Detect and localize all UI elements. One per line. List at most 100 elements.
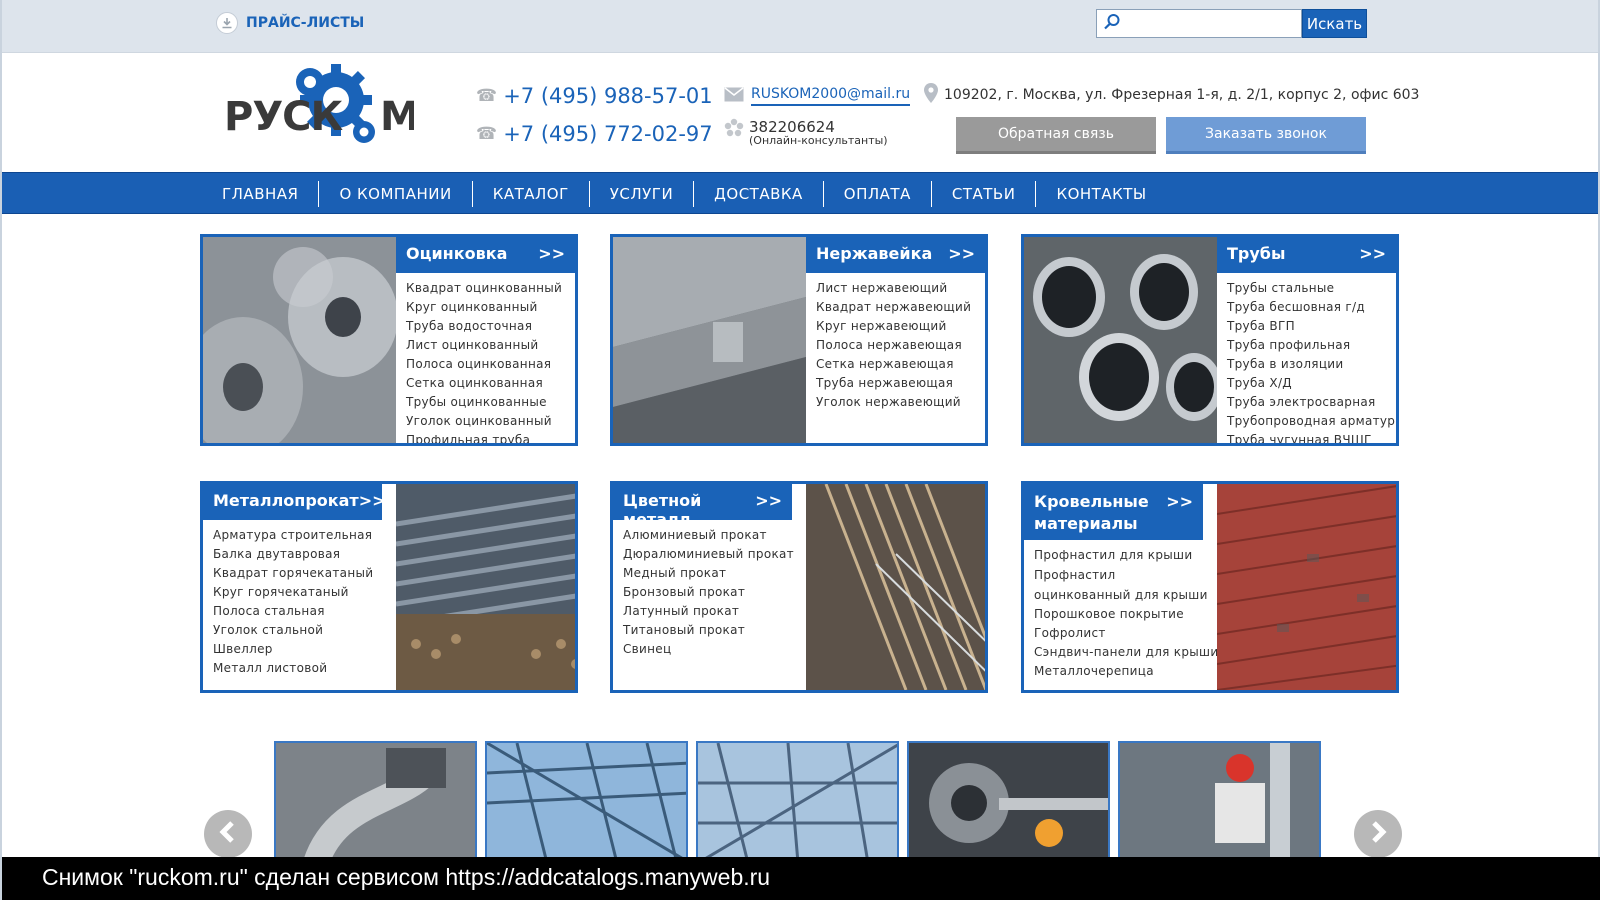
list-item[interactable]: Уголок оцинкованный [406, 412, 575, 431]
category-title[interactable]: Кровельные материалы >> [1024, 484, 1203, 540]
list-item[interactable]: Швеллер [213, 640, 382, 659]
category-card-pipes[interactable]: Трубы >> Трубы стальные Труба бесшовная г… [1021, 234, 1399, 446]
list-item[interactable]: Трубы оцинкованные [406, 393, 575, 412]
list-item[interactable]: Трубы стальные [1227, 279, 1396, 298]
carousel-slide[interactable] [485, 741, 688, 861]
list-item[interactable]: Труба нержавеющая [816, 374, 985, 393]
list-item[interactable]: Лист оцинкованный [406, 336, 575, 355]
list-item[interactable]: Круг нержавеющий [816, 317, 985, 336]
list-item[interactable]: Труба электросварная [1227, 393, 1396, 412]
list-item[interactable]: Уголок стальной [213, 621, 382, 640]
list-item[interactable]: Уголок нержавеющий [816, 393, 985, 412]
list-item[interactable]: Гофролист [1034, 624, 1203, 643]
list-item[interactable]: Сетка оцинкованная [406, 374, 575, 393]
list-item[interactable]: Дюралюминиевый прокат [623, 545, 794, 564]
list-item[interactable]: Полоса оцинкованная [406, 355, 575, 374]
nav-item-contacts[interactable]: КОНТАКТЫ [1036, 181, 1166, 207]
carousel-slide[interactable] [1118, 741, 1321, 861]
map-pin-icon [924, 83, 938, 107]
icq-note: (Онлайн-консультанты) [749, 134, 888, 147]
list-item[interactable]: Сетка нержавеющая [816, 355, 985, 374]
list-item[interactable]: Свинец [623, 640, 792, 659]
list-item[interactable]: Труба чугунная ВЧШГ [1227, 431, 1396, 443]
list-item[interactable]: Труба в изоляции [1227, 355, 1396, 374]
list-item[interactable]: Полоса стальная [213, 602, 382, 621]
category-card-galvanized[interactable]: Оцинковка >> Квадрат оцинкованный Круг оц… [200, 234, 578, 446]
icq-block: 382206624 (Онлайн-консультанты) [724, 118, 888, 146]
carousel-slide[interactable] [907, 741, 1110, 861]
feedback-button[interactable]: Обратная связь [956, 117, 1156, 154]
top-bar: ПРАЙС-ЛИСТЫ Искать [2, 0, 1598, 53]
nav-item-services[interactable]: УСЛУГИ [590, 181, 695, 207]
svg-text:РУСК: РУСК [224, 94, 344, 140]
nav-item-payment[interactable]: ОПЛАТА [824, 181, 932, 207]
list-item[interactable]: Труба бесшовная г/д [1227, 298, 1396, 317]
services-carousel [274, 741, 1324, 861]
list-item[interactable]: Металл листовой [213, 659, 382, 678]
list-item[interactable]: Трубопроводная арматура [1227, 412, 1396, 431]
carousel-slide[interactable] [696, 741, 899, 861]
list-item[interactable]: Медный прокат [623, 564, 792, 583]
search-input[interactable] [1125, 11, 1295, 36]
list-item[interactable]: Труба профильная [1227, 336, 1396, 355]
nonferrous-rods-image [806, 484, 985, 690]
list-item[interactable]: Круг горячекатаный [213, 583, 382, 602]
nav-item-about[interactable]: О КОМПАНИИ [319, 181, 473, 207]
category-card-stainless[interactable]: Нержавейка >> Лист нержавеющий Квадрат не… [610, 234, 988, 446]
list-item[interactable]: Латунный прокат [623, 602, 792, 621]
list-item[interactable]: Арматура строительная [213, 526, 382, 545]
logo[interactable]: РУСК М [224, 60, 420, 152]
list-item[interactable]: Квадрат оцинкованный [406, 279, 575, 298]
list-item[interactable]: Труба ВГП [1227, 317, 1396, 336]
list-item[interactable]: Балка двутавровая [213, 545, 382, 564]
phone-1-number: +7 (495) 988-57-01 [503, 84, 713, 108]
category-list: Арматура строительная Балка двутавровая … [203, 520, 382, 678]
nav-item-delivery[interactable]: ДОСТАВКА [694, 181, 824, 207]
list-item[interactable]: Профнастил оцинкованный для крыши [1034, 565, 1210, 605]
list-item[interactable]: Профильная труба [406, 431, 575, 443]
stainless-sheets-image [613, 237, 806, 443]
screenshot-caption: Снимок "ruckom.ru" сделан сервисом https… [2, 857, 1600, 900]
category-card-nonferrous[interactable]: Цветной металл >> Алюминиевый прокат Дюра… [610, 481, 988, 693]
category-list: Квадрат оцинкованный Круг оцинкованный Т… [396, 273, 575, 443]
price-lists-label: ПРАЙС-ЛИСТЫ [246, 15, 365, 31]
icq-flower-icon [724, 118, 744, 146]
nav-item-articles[interactable]: СТАТЬИ [932, 181, 1037, 207]
email-link[interactable]: RUSKOM2000@mail.ru [751, 86, 911, 106]
list-item[interactable]: Металлочерепица [1034, 662, 1203, 681]
roof-tiles-image [1216, 484, 1396, 690]
category-title[interactable]: Нержавейка >> [806, 237, 985, 273]
category-title[interactable]: Металлопрокат >> [203, 484, 386, 520]
category-list: Лист нержавеющий Квадрат нержавеющий Кру… [806, 273, 985, 412]
list-item[interactable]: Труба Х/Д [1227, 374, 1396, 393]
carousel-next-button[interactable] [1354, 810, 1402, 858]
list-item[interactable]: Бронзовый прокат [623, 583, 792, 602]
category-list: Трубы стальные Труба бесшовная г/д Труба… [1217, 273, 1396, 443]
list-item[interactable]: Профнастил для крыши [1034, 546, 1203, 565]
category-card-rolled-metal[interactable]: Металлопрокат >> Арматура строительная Ба… [200, 481, 578, 693]
arrow-right-icon: >> [948, 244, 975, 263]
nav-item-catalog[interactable]: КАТАЛОГ [473, 181, 590, 207]
category-title[interactable]: Оцинковка >> [396, 237, 575, 273]
nav-item-home[interactable]: ГЛАВНАЯ [202, 181, 320, 207]
list-item[interactable]: Полоса нержавеющая [816, 336, 985, 355]
list-item[interactable]: Труба водосточная [406, 317, 575, 336]
phone-1[interactable]: ☎ +7 (495) 988-57-01 [476, 84, 713, 108]
carousel-prev-button[interactable] [204, 810, 252, 858]
category-card-roofing[interactable]: Кровельные материалы >> Профнастил для кр… [1021, 481, 1399, 693]
carousel-slide[interactable] [274, 741, 477, 861]
list-item[interactable]: Круг оцинкованный [406, 298, 575, 317]
list-item[interactable]: Квадрат горячекатаный [213, 564, 382, 583]
category-title[interactable]: Трубы >> [1217, 237, 1396, 273]
phone-2[interactable]: ☎ +7 (495) 772-02-97 [476, 122, 713, 146]
category-title[interactable]: Цветной металл >> [613, 484, 792, 529]
search-button[interactable]: Искать [1302, 9, 1367, 38]
list-item[interactable]: Сэндвич-панели для крыши [1034, 643, 1218, 662]
list-item[interactable]: Титановый прокат [623, 621, 792, 640]
price-lists-link[interactable]: ПРАЙС-ЛИСТЫ [216, 12, 364, 34]
list-item[interactable]: Квадрат нержавеющий [816, 298, 985, 317]
chevron-right-icon [1368, 820, 1388, 848]
list-item[interactable]: Лист нержавеющий [816, 279, 985, 298]
callback-button[interactable]: Заказать звонок [1166, 117, 1366, 154]
list-item[interactable]: Порошковое покрытие [1034, 605, 1203, 624]
